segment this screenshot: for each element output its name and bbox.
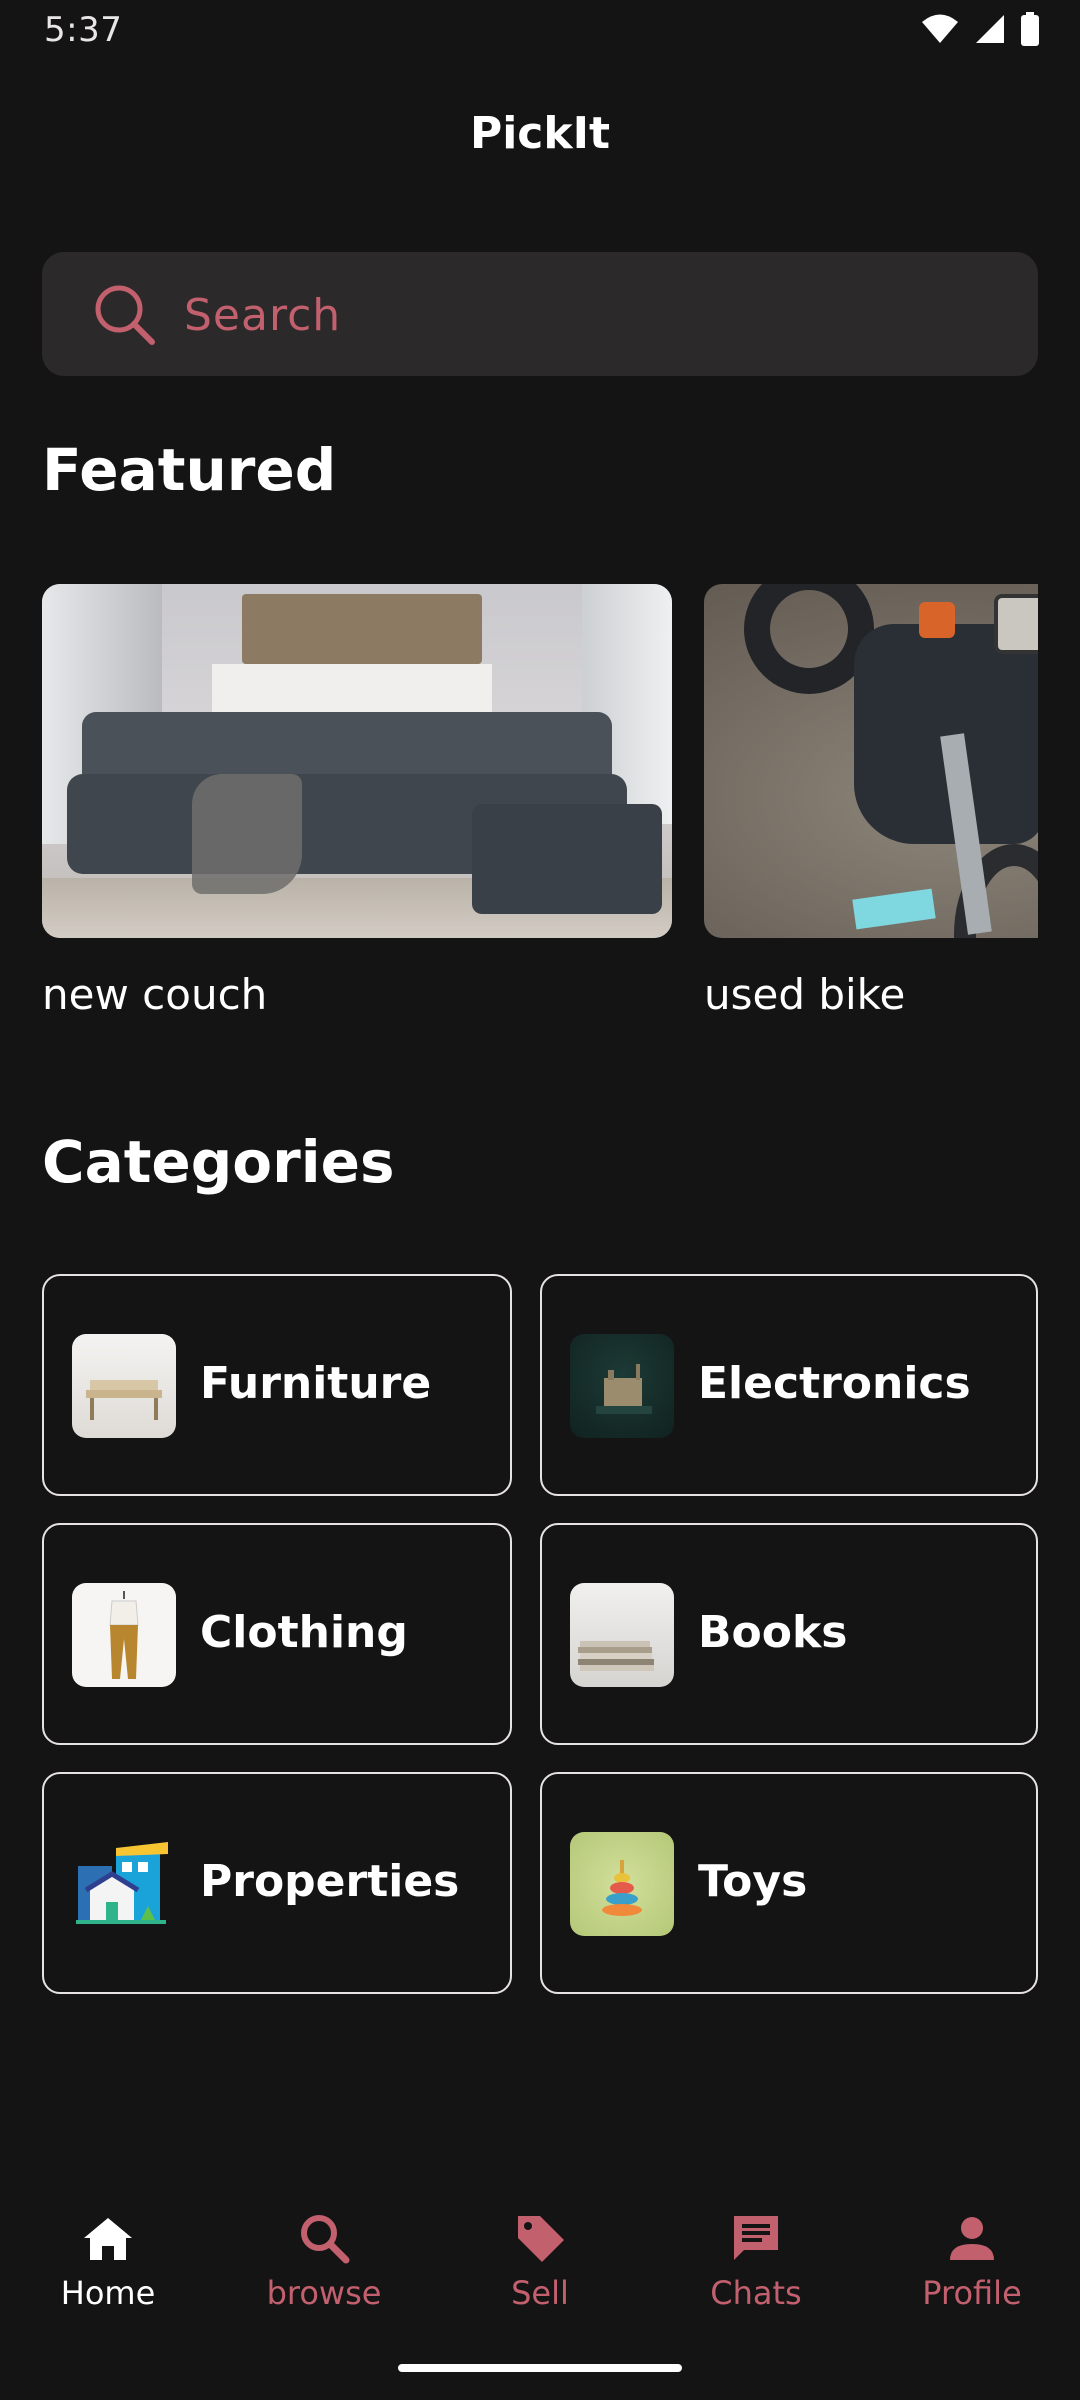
featured-label: new couch bbox=[42, 970, 268, 1019]
status-bar: 5:37 bbox=[0, 0, 1080, 62]
category-label: Furniture bbox=[200, 1358, 432, 1409]
search-input[interactable]: Search bbox=[42, 252, 1038, 376]
search-placeholder: Search bbox=[184, 290, 342, 341]
categories-heading: Categories bbox=[42, 1128, 395, 1196]
category-card-furniture[interactable]: Furniture bbox=[42, 1274, 512, 1496]
home-icon bbox=[84, 2218, 132, 2260]
app-title: PickIt bbox=[469, 108, 611, 159]
nav-browse[interactable]: browse bbox=[216, 2210, 432, 2312]
search-icon bbox=[301, 2215, 350, 2264]
nav-sell[interactable]: Sell bbox=[432, 2210, 648, 2312]
nav-label: Sell bbox=[511, 2274, 569, 2312]
nav-home[interactable]: Home bbox=[0, 2210, 216, 2312]
bench-thumbnail bbox=[72, 1334, 176, 1438]
chat-icon bbox=[734, 2216, 778, 2260]
toy-thumbnail bbox=[570, 1832, 674, 1936]
nav-label: Profile bbox=[922, 2274, 1022, 2312]
category-card-properties[interactable]: Properties bbox=[42, 1772, 512, 1994]
status-time: 5:37 bbox=[44, 10, 123, 50]
category-label: Toys bbox=[698, 1856, 808, 1907]
electronics-thumbnail bbox=[570, 1334, 674, 1438]
nav-profile[interactable]: Profile bbox=[864, 2210, 1080, 2312]
cellular-signal-icon bbox=[976, 15, 1004, 43]
nav-label: browse bbox=[266, 2274, 382, 2312]
tag-icon bbox=[518, 2216, 564, 2262]
motorbike-photo bbox=[704, 584, 1038, 938]
category-label: Electronics bbox=[698, 1358, 971, 1409]
nav-label: Chats bbox=[710, 2274, 802, 2312]
house-thumbnail bbox=[72, 1832, 176, 1936]
featured-carousel[interactable]: new couch used bike bbox=[42, 584, 1038, 1034]
books-thumbnail bbox=[570, 1583, 674, 1687]
category-card-toys[interactable]: Toys bbox=[540, 1772, 1038, 1994]
featured-label: used bike bbox=[704, 970, 906, 1019]
search-icon bbox=[95, 285, 155, 345]
person-icon bbox=[950, 2217, 994, 2260]
nav-chats[interactable]: Chats bbox=[648, 2210, 864, 2312]
couch-photo bbox=[42, 584, 672, 938]
category-label: Books bbox=[698, 1607, 848, 1658]
status-icons bbox=[920, 12, 1040, 46]
battery-icon bbox=[1021, 12, 1039, 46]
featured-heading: Featured bbox=[42, 436, 337, 504]
category-card-electronics[interactable]: Electronics bbox=[540, 1274, 1038, 1496]
wifi-icon bbox=[922, 14, 958, 43]
category-label: Properties bbox=[200, 1856, 460, 1907]
featured-card-couch[interactable]: new couch bbox=[42, 584, 672, 1019]
category-label: Clothing bbox=[200, 1607, 408, 1658]
home-gesture-bar[interactable] bbox=[398, 2364, 682, 2372]
category-card-clothing[interactable]: Clothing bbox=[42, 1523, 512, 1745]
clothing-thumbnail bbox=[72, 1583, 176, 1687]
category-card-books[interactable]: Books bbox=[540, 1523, 1038, 1745]
nav-label: Home bbox=[60, 2274, 156, 2312]
featured-card-bike[interactable]: used bike bbox=[704, 584, 1038, 1019]
